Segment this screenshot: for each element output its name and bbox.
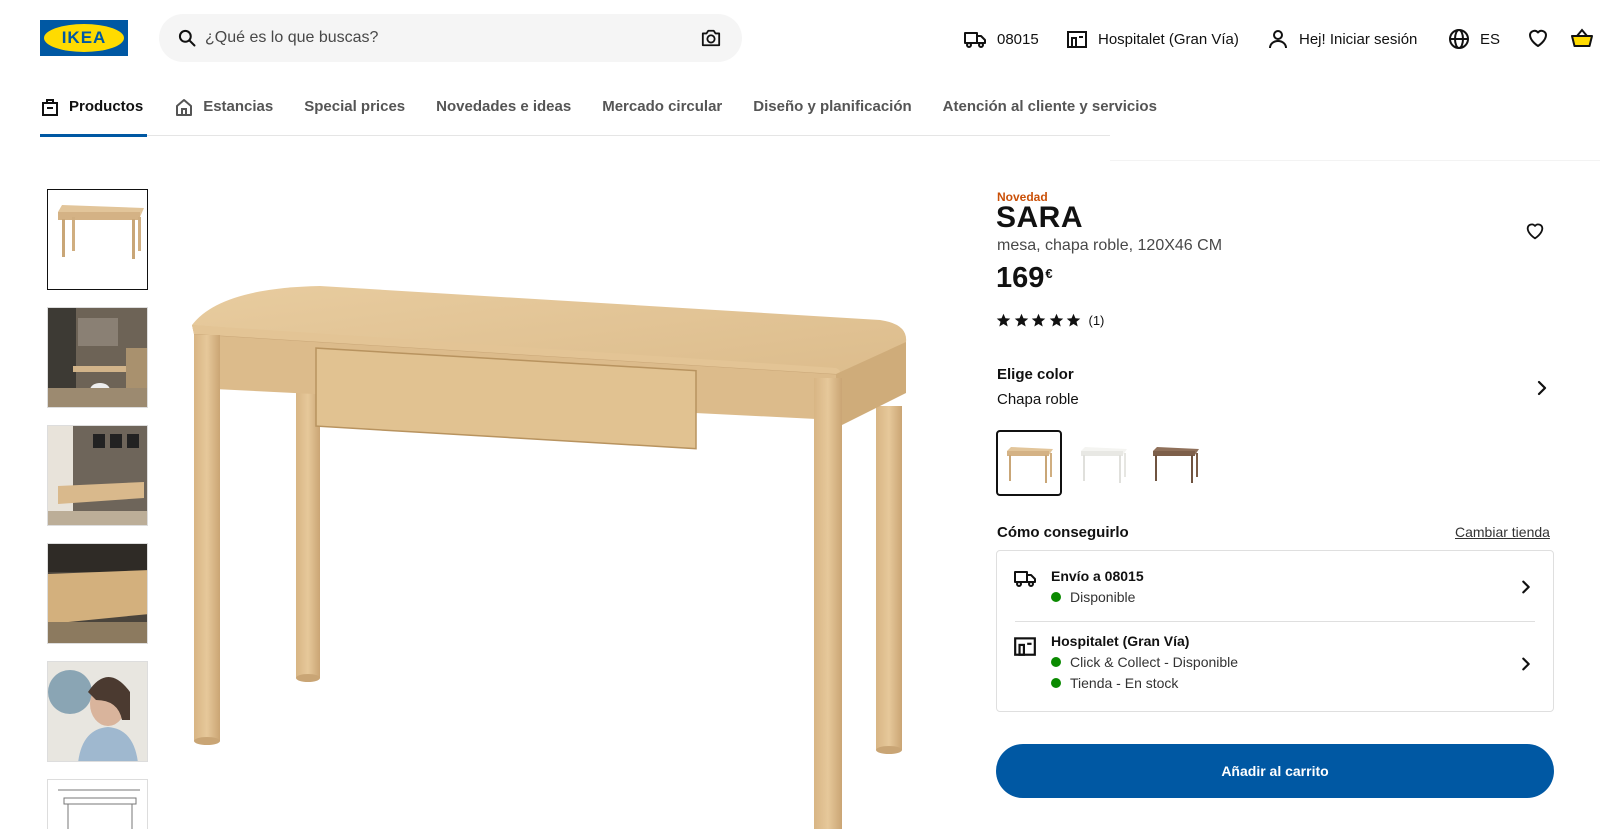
delivery-status: Disponible [1051,589,1135,605]
store-option[interactable]: Hospitalet (Gran Vía) Click & Collect - … [997,622,1553,712]
chevron-right-icon[interactable] [1532,378,1552,398]
delivery-option[interactable]: Envío a 08015 Disponible [997,551,1553,621]
desk-room-thumbnail-image [48,426,147,525]
truck-icon [964,32,986,48]
status-dot [1051,592,1061,602]
change-store-link[interactable]: Cambiar tienda [1455,524,1550,540]
add-to-cart-button[interactable]: Añadir al carrito [996,744,1554,798]
home-icon [176,99,193,116]
cart-icon[interactable] [1570,26,1594,50]
heart-icon[interactable] [1526,26,1550,50]
chevron-right-icon [1522,580,1530,594]
header: IKEA 08015 Hospitalet (Gran Vía) Hej! In… [0,0,1600,78]
color-swatch-brown[interactable] [1142,430,1208,496]
thumbnail-2[interactable] [47,307,148,408]
status-dot [1051,678,1061,688]
availability-box: Envío a 08015 Disponible Hospitalet (Gra… [996,550,1554,712]
postcode-label: 08015 [997,30,1039,48]
ikea-logo[interactable]: IKEA [40,20,128,56]
status-dot [1051,657,1061,667]
language-selector[interactable]: ES [1448,26,1500,52]
delivery-title: Envío a 08015 [1051,568,1144,584]
star-icon [1049,313,1063,327]
desk-detail-thumbnail-image [48,544,147,643]
review-count: (1) [1088,313,1105,328]
rating[interactable]: (1) [996,313,1104,328]
store-selector[interactable]: Hospitalet (Gran Vía) [1066,26,1239,52]
store-icon [1067,31,1087,48]
login-link[interactable]: Hej! Iniciar sesión [1267,26,1417,52]
nav-item-atencion[interactable]: Atención al cliente y servicios [943,90,1157,136]
star-icon [1031,313,1046,327]
login-label: Hej! Iniciar sesión [1299,30,1418,48]
room-thumbnail-image [48,308,147,407]
store-icon [1014,637,1036,656]
nav-item-estancias[interactable]: Estancias [174,90,273,136]
divider [1110,160,1600,161]
search-bar [159,14,742,62]
thumbnail-4[interactable] [47,543,148,644]
store-title: Hospitalet (Gran Vía) [1051,633,1190,649]
product-price: 169 € [996,262,1053,295]
store-label: Hospitalet (Gran Vía) [1098,30,1239,48]
main-nav: Productos Estancias Special prices Noved… [40,90,1157,137]
nav-item-special-prices[interactable]: Special prices [304,90,405,136]
camera-icon[interactable] [700,28,722,48]
logo-text: IKEA [61,28,107,47]
thumbnail-3[interactable] [47,425,148,526]
nav-item-novedades[interactable]: Novedades e ideas [436,90,571,136]
user-icon [1269,30,1287,49]
search-icon[interactable] [177,28,197,48]
thumbnail-6[interactable] [47,779,148,829]
thumbnail-5[interactable] [47,661,148,762]
color-swatch-oak[interactable] [996,430,1062,496]
availability-title: Cómo conseguirlo [997,524,1129,541]
color-swatch-white[interactable] [1070,430,1136,496]
product-main-image [192,286,907,829]
desk-thumbnail-image [58,205,144,259]
search-input[interactable] [205,14,685,62]
bag-icon [42,99,58,116]
click-collect-status: Click & Collect - Disponible [1051,654,1238,670]
product-description: mesa, chapa roble, 120X46 CM [997,237,1223,254]
swatch-brown-image [1153,447,1199,483]
price-value: 169 [996,262,1045,294]
dimensions-thumbnail-image [58,789,140,829]
star-icon [1066,313,1081,327]
language-label: ES [1480,30,1501,48]
swatch-oak-image [1007,447,1053,483]
person-thumbnail-image [48,662,147,761]
truck-icon [1014,571,1036,587]
swatch-white-image [1081,447,1127,483]
nav-item-productos[interactable]: Productos [40,90,148,137]
store-stock-status: Tienda - En stock [1051,675,1178,691]
star-icon [1014,313,1028,327]
globe-icon [1449,29,1469,49]
thumbnail-1[interactable] [47,189,148,290]
chevron-right-icon [1522,657,1530,671]
selected-color: Chapa roble [997,391,1079,408]
product-name: SARA [996,201,1084,234]
add-to-favourites-icon[interactable] [1524,220,1546,242]
nav-item-diseno[interactable]: Diseño y planificación [753,90,911,136]
price-currency: € [1045,266,1053,281]
color-section-title: Elige color [997,366,1074,383]
nav-item-mercado-circular[interactable]: Mercado circular [602,90,722,136]
postcode-selector[interactable]: 08015 [963,26,1039,52]
star-icon [996,313,1011,327]
